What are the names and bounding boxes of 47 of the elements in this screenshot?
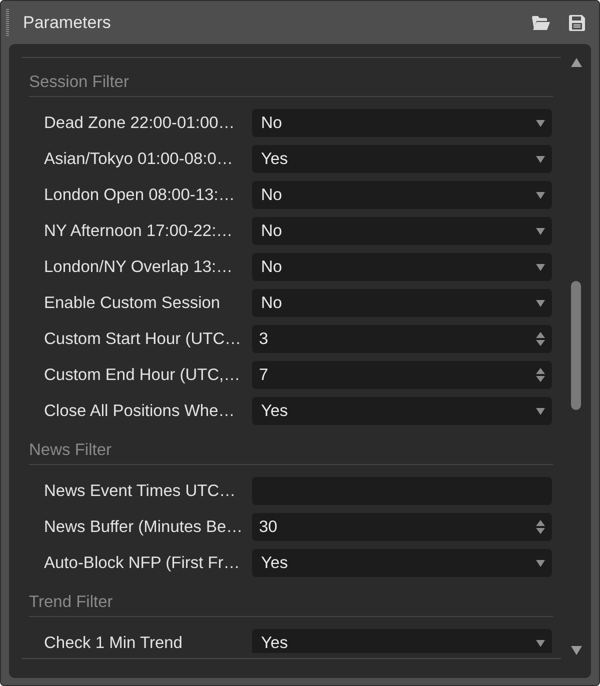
dropdown[interactable]: Yes — [252, 549, 552, 577]
caret-down-icon — [536, 640, 545, 646]
section-heading: Trend Filter — [29, 592, 113, 612]
spin-arrows-icon[interactable] — [536, 332, 545, 346]
spin-arrows-icon[interactable] — [536, 368, 545, 382]
setting-label: Custom End Hour (UTC,… — [44, 365, 240, 385]
dropdown[interactable]: No — [252, 253, 552, 281]
setting-label: Auto-Block NFP (First Fr… — [44, 553, 240, 573]
caret-down-icon — [536, 192, 545, 198]
folder-icon[interactable] — [532, 16, 550, 30]
setting-label: Custom Start Hour (UTC… — [44, 329, 242, 349]
scroll-up-icon[interactable] — [570, 58, 582, 67]
section-heading: Session Filter — [29, 72, 129, 92]
setting-label: London/NY Overlap 13:… — [44, 257, 233, 277]
dropdown[interactable]: No — [252, 289, 552, 317]
setting-label: Asian/Tokyo 01:00-08:0… — [44, 149, 233, 169]
setting-label: News Event Times UTC… — [44, 481, 236, 501]
setting-label: Dead Zone 22:00-01:00… — [44, 113, 235, 133]
caret-down-icon — [536, 228, 545, 234]
section-heading: News Filter — [29, 440, 112, 460]
dropdown[interactable]: No — [252, 181, 552, 209]
number-input[interactable]: 7 — [252, 361, 552, 389]
scroll-down-icon[interactable] — [570, 646, 582, 655]
spin-arrows-icon[interactable] — [536, 520, 545, 534]
caret-down-icon — [536, 120, 545, 126]
dropdown[interactable]: Yes — [252, 397, 552, 425]
dropdown[interactable]: Yes — [252, 145, 552, 173]
setting-label: Check 1 Min Trend — [44, 633, 182, 653]
dropdown[interactable]: No — [252, 217, 552, 245]
setting-label: London Open 08:00-13:… — [44, 185, 235, 205]
setting-label: News Buffer (Minutes Be… — [44, 517, 243, 537]
dropdown[interactable]: Yes — [252, 629, 552, 653]
caret-down-icon — [536, 408, 545, 414]
number-input[interactable]: 3 — [252, 325, 552, 353]
setting-label: Close All Positions Whe… — [44, 401, 235, 421]
scrollbar-thumb[interactable] — [571, 281, 581, 410]
caret-down-icon — [536, 560, 545, 566]
save-icon[interactable] — [569, 14, 585, 30]
caret-down-icon — [536, 264, 545, 270]
caret-down-icon — [536, 156, 545, 162]
grip-icon[interactable] — [6, 8, 9, 36]
panel-title: Parameters — [23, 12, 111, 32]
setting-label: Enable Custom Session — [44, 293, 220, 313]
caret-down-icon — [536, 300, 545, 306]
number-input[interactable]: 30 — [252, 513, 552, 541]
setting-label: NY Afternoon 17:00-22:… — [44, 221, 233, 241]
dropdown[interactable]: No — [252, 109, 552, 137]
